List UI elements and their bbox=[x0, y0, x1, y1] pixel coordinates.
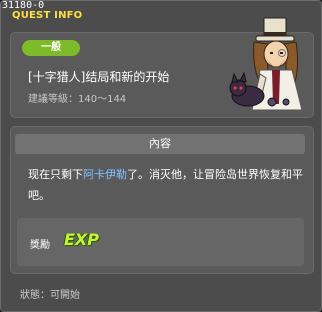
quest-type-badge: 一般 bbox=[22, 40, 80, 56]
quest-recommended-level: 建議等級：140～144 bbox=[28, 94, 127, 105]
window-title[interactable]: QUEST INFO bbox=[12, 10, 82, 21]
content-header: 內容 bbox=[15, 134, 305, 154]
reward-box bbox=[17, 218, 304, 266]
description-text-before: 现在只剩下 bbox=[28, 168, 83, 181]
quest-description: 现在只剩下阿卡伊勒了。消灭他，让冒险岛世界恢复和平吧。 bbox=[28, 164, 304, 206]
npc-name-highlight: 阿卡伊勒 bbox=[83, 168, 127, 181]
exp-icon: EXP bbox=[64, 230, 99, 249]
npc-portrait-icon bbox=[229, 17, 303, 111]
quest-name: [十字猎人]结局和新的开始 bbox=[28, 70, 170, 84]
reward-label: 獎勵 bbox=[30, 240, 50, 251]
quest-status: 狀態：可開始 bbox=[20, 290, 80, 301]
